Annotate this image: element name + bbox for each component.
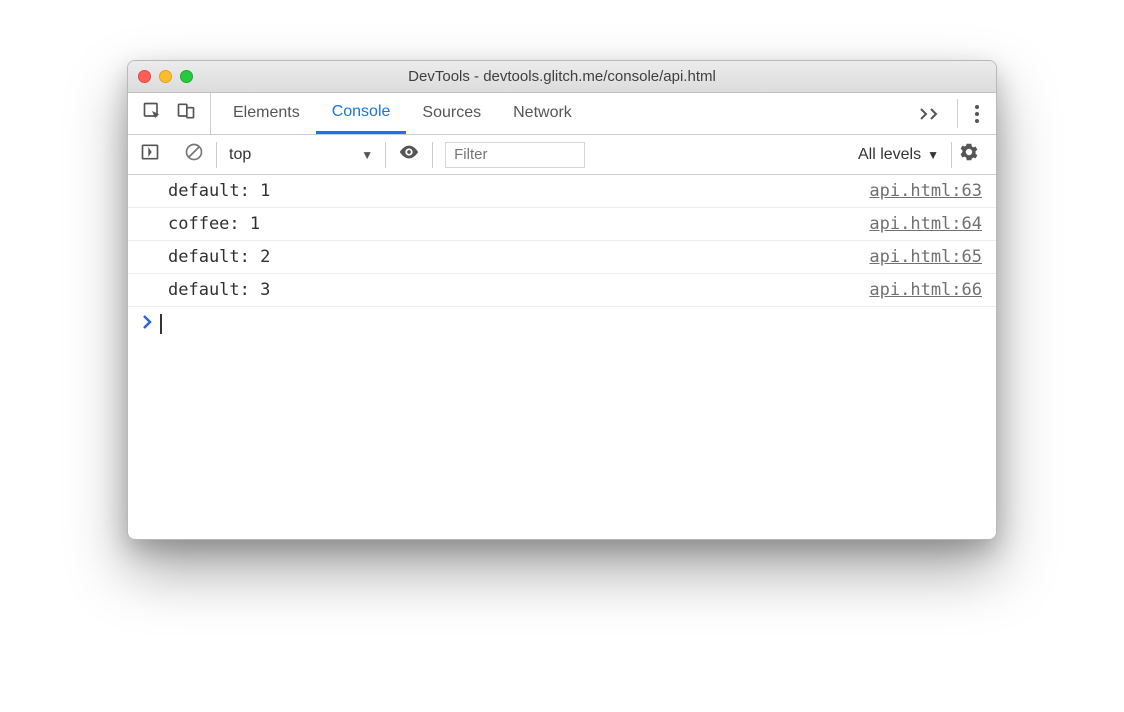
live-expression-icon[interactable] bbox=[398, 141, 420, 168]
minimize-icon[interactable] bbox=[159, 70, 172, 83]
chevron-down-icon: ▼ bbox=[927, 148, 939, 162]
log-source-link[interactable]: api.html:66 bbox=[869, 280, 982, 300]
log-line: default: 3 api.html:66 bbox=[128, 274, 996, 307]
tabbar-left-icons bbox=[128, 93, 211, 134]
device-toggle-icon[interactable] bbox=[176, 101, 196, 126]
context-selector[interactable]: top ▼ bbox=[217, 135, 385, 174]
console-settings-icon[interactable] bbox=[952, 141, 986, 168]
settings-menu-icon[interactable] bbox=[958, 93, 996, 134]
log-source-link[interactable]: api.html:65 bbox=[869, 247, 982, 267]
zoom-icon[interactable] bbox=[180, 70, 193, 83]
log-message: default: 3 bbox=[168, 280, 270, 300]
log-source-link[interactable]: api.html:64 bbox=[869, 214, 982, 234]
panel-tabs: Elements Console Sources Network bbox=[211, 93, 903, 134]
console-prompt[interactable] bbox=[128, 307, 996, 340]
log-line: coffee: 1 api.html:64 bbox=[128, 208, 996, 241]
levels-label: All levels bbox=[858, 146, 921, 164]
log-message: default: 2 bbox=[168, 247, 270, 267]
chevron-right-icon bbox=[142, 314, 152, 333]
tab-console[interactable]: Console bbox=[316, 93, 407, 134]
chevron-down-icon: ▼ bbox=[361, 148, 373, 162]
tab-sources[interactable]: Sources bbox=[406, 93, 497, 134]
inspect-icon[interactable] bbox=[142, 101, 162, 126]
text-cursor bbox=[160, 314, 162, 334]
log-source-link[interactable]: api.html:63 bbox=[869, 181, 982, 201]
window-title: DevTools - devtools.glitch.me/console/ap… bbox=[128, 68, 996, 85]
log-level-selector[interactable]: All levels ▼ bbox=[846, 146, 951, 164]
log-message: default: 1 bbox=[168, 181, 270, 201]
window-titlebar: DevTools - devtools.glitch.me/console/ap… bbox=[128, 61, 996, 93]
sidebar-toggle-icon[interactable] bbox=[140, 142, 160, 167]
more-tabs-icon[interactable] bbox=[903, 93, 957, 134]
console-log-list: default: 1 api.html:63 coffee: 1 api.htm… bbox=[128, 175, 996, 340]
tab-network[interactable]: Network bbox=[497, 93, 588, 134]
panel-tabbar: Elements Console Sources Network bbox=[128, 93, 996, 135]
devtools-window: DevTools - devtools.glitch.me/console/ap… bbox=[127, 60, 997, 540]
log-line: default: 1 api.html:63 bbox=[128, 175, 996, 208]
close-icon[interactable] bbox=[138, 70, 151, 83]
clear-console-icon[interactable] bbox=[184, 142, 204, 167]
filter-input[interactable] bbox=[445, 142, 585, 168]
log-line: default: 2 api.html:65 bbox=[128, 241, 996, 274]
console-toolbar: top ▼ All levels ▼ bbox=[128, 135, 996, 175]
traffic-lights bbox=[138, 70, 193, 83]
tab-elements[interactable]: Elements bbox=[217, 93, 316, 134]
log-message: coffee: 1 bbox=[168, 214, 260, 234]
context-label: top bbox=[229, 146, 251, 164]
